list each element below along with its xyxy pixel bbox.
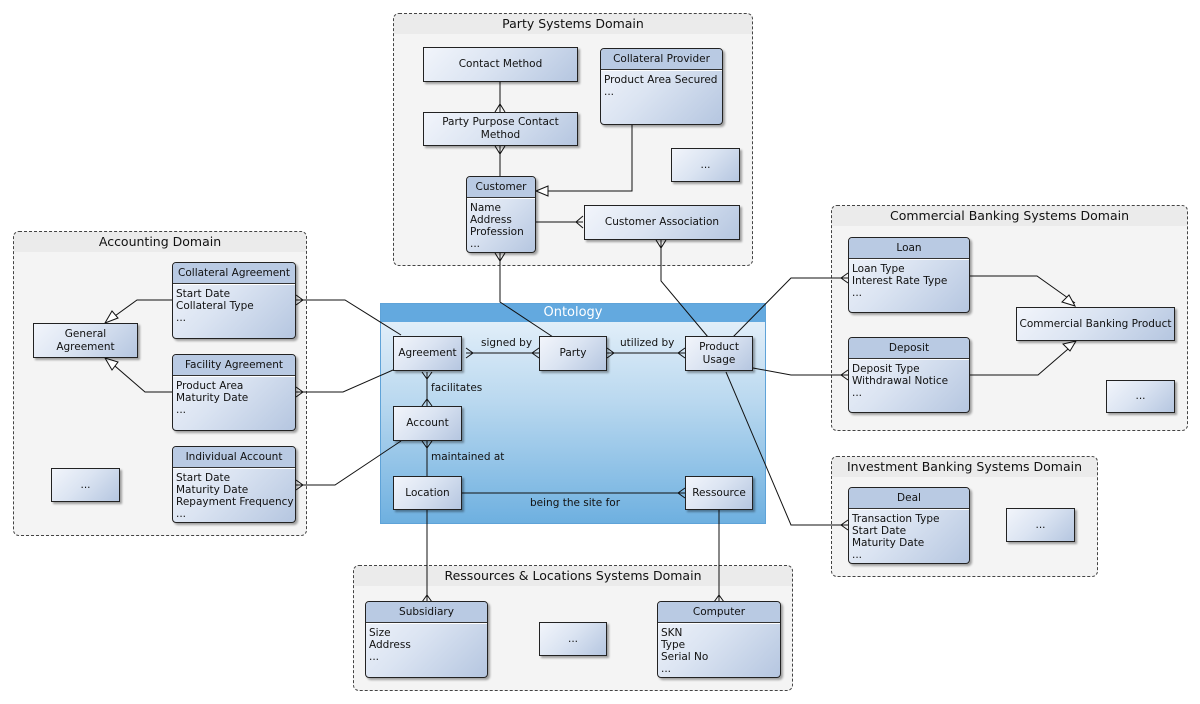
class-facility-agreement[interactable]: Facility Agreement Product Area Maturity…: [172, 354, 296, 431]
class-attr: Transaction Type: [852, 513, 940, 525]
entity-party-more[interactable]: ...: [671, 148, 740, 182]
entity-label: Product Usage: [699, 340, 739, 366]
entity-label: ...: [1035, 518, 1046, 531]
class-attr: Type: [661, 639, 686, 651]
class-loan[interactable]: Loan Loan Type Interest Rate Type ...: [848, 237, 970, 313]
domain-title: Party Systems Domain: [394, 14, 752, 34]
class-subsidiary[interactable]: Subsidiary Size Address ...: [365, 601, 488, 678]
entity-resources-more[interactable]: ...: [539, 622, 607, 656]
class-attr: Maturity Date: [176, 484, 249, 496]
entity-label: Ressource: [692, 486, 746, 499]
class-attr: Maturity Date: [852, 537, 925, 549]
entity-label: Customer Association: [604, 216, 720, 228]
line-facagr-agreement: [296, 369, 394, 393]
class-attr: Product Area Secured: [604, 74, 718, 86]
class-title: Facility Agreement: [173, 355, 295, 376]
entity-commercial-more[interactable]: ...: [1106, 380, 1175, 413]
domain-title: Ressources & Locations Systems Domain: [354, 566, 792, 586]
class-attr: Profession: [470, 226, 524, 238]
class-attr: ...: [852, 387, 863, 399]
class-attr: Start Date: [176, 288, 231, 300]
class-attr: ...: [470, 238, 481, 250]
entity-label: Party: [559, 347, 587, 359]
class-title: Deposit: [849, 338, 969, 359]
entity-label: ...: [1135, 390, 1146, 402]
entity-label: ...: [80, 478, 91, 491]
domain-title: Accounting Domain: [14, 232, 306, 252]
relation-utilized-by: utilized by: [620, 337, 675, 349]
class-attr: Address: [470, 214, 512, 226]
entity-investment-more[interactable]: ...: [1006, 508, 1075, 542]
class-individual-account[interactable]: Individual Account Start Date Maturity D…: [172, 446, 296, 523]
class-attr: Size: [369, 627, 391, 639]
entity-label: ...: [700, 158, 711, 171]
entity-location[interactable]: Location: [393, 476, 462, 510]
class-title: Deal: [849, 488, 969, 509]
domain-title: Commercial Banking Systems Domain: [832, 206, 1187, 226]
class-attr: ...: [852, 287, 863, 299]
class-collateral-agreement[interactable]: Collateral Agreement Start Date Collater…: [172, 262, 296, 339]
class-attr: Maturity Date: [176, 392, 249, 404]
class-title: Loan: [849, 238, 969, 259]
class-attr: Start Date: [176, 472, 231, 484]
entity-commercial-banking-product[interactable]: Commercial Banking Product: [1016, 307, 1175, 341]
entity-contact-method[interactable]: Contact Method: [423, 47, 578, 82]
entity-label: Contact Method: [458, 58, 543, 70]
class-title: Individual Account: [173, 447, 295, 468]
class-attr: Name: [470, 202, 501, 214]
class-customer[interactable]: Customer Name Address Profession ...: [466, 176, 536, 253]
class-title: Customer: [467, 177, 535, 198]
relation-maintained-at: maintained at: [431, 451, 505, 463]
entity-label: General Agreement: [56, 327, 115, 353]
class-computer[interactable]: Computer SKN Type Serial No ...: [657, 601, 781, 678]
class-attr: Address: [369, 639, 411, 651]
class-attr: ...: [176, 404, 187, 416]
entity-ressource[interactable]: Ressource: [685, 476, 753, 510]
class-attr: Loan Type: [852, 263, 905, 275]
class-attr: ...: [176, 312, 187, 324]
class-attr: Repayment Frequency: [176, 496, 294, 508]
class-attr: Withdrawal Notice: [852, 375, 949, 387]
relation-being-site-for: being the site for: [530, 497, 621, 509]
class-attr: Deposit Type: [852, 363, 920, 375]
class-deposit[interactable]: Deposit Deposit Type Withdrawal Notice .…: [848, 337, 970, 413]
entity-label: Location: [405, 486, 450, 499]
ontology-title: Ontology: [381, 304, 765, 322]
class-attr: SKN: [661, 627, 683, 639]
domain-title: Investment Banking Systems Domain: [832, 457, 1097, 477]
class-attr: Interest Rate Type: [852, 275, 948, 287]
class-attr: ...: [369, 651, 380, 663]
class-attr: ...: [604, 86, 615, 98]
relation-signed-by: signed by: [481, 337, 533, 349]
class-attr: Serial No: [661, 651, 709, 663]
class-attr: ...: [661, 663, 672, 675]
entity-label: ...: [567, 632, 578, 645]
class-attr: ...: [852, 549, 863, 561]
entity-product-usage[interactable]: Product Usage: [685, 336, 753, 371]
class-title: Collateral Provider: [601, 49, 722, 70]
entity-agreement[interactable]: Agreement: [393, 336, 462, 371]
entity-account[interactable]: Account: [393, 406, 462, 441]
class-attr: Collateral Type: [176, 300, 254, 312]
class-title: Computer: [658, 602, 780, 623]
class-deal[interactable]: Deal Transaction Type Start Date Maturit…: [848, 487, 970, 564]
entity-accounting-more[interactable]: ...: [51, 468, 120, 502]
class-title: Collateral Agreement: [173, 263, 295, 284]
entity-label: Account: [406, 417, 449, 429]
entity-label: Party Purpose Contact Method: [442, 116, 559, 141]
class-attr: Product Area: [176, 380, 244, 392]
class-collateral-provider[interactable]: Collateral Provider Product Area Secured…: [600, 48, 723, 125]
entity-customer-association[interactable]: Customer Association: [584, 205, 740, 240]
class-attr: ...: [176, 508, 187, 520]
class-title: Subsidiary: [366, 602, 487, 623]
entity-general-agreement[interactable]: General Agreement: [33, 323, 138, 358]
entity-party[interactable]: Party: [539, 336, 607, 371]
relation-facilitates: facilitates: [431, 382, 483, 394]
entity-label: Agreement: [398, 347, 457, 359]
entity-label: Commercial Banking Product: [1019, 317, 1172, 330]
entity-party-purpose-contact-method[interactable]: Party Purpose Contact Method: [423, 112, 578, 146]
class-attr: Start Date: [852, 525, 907, 537]
